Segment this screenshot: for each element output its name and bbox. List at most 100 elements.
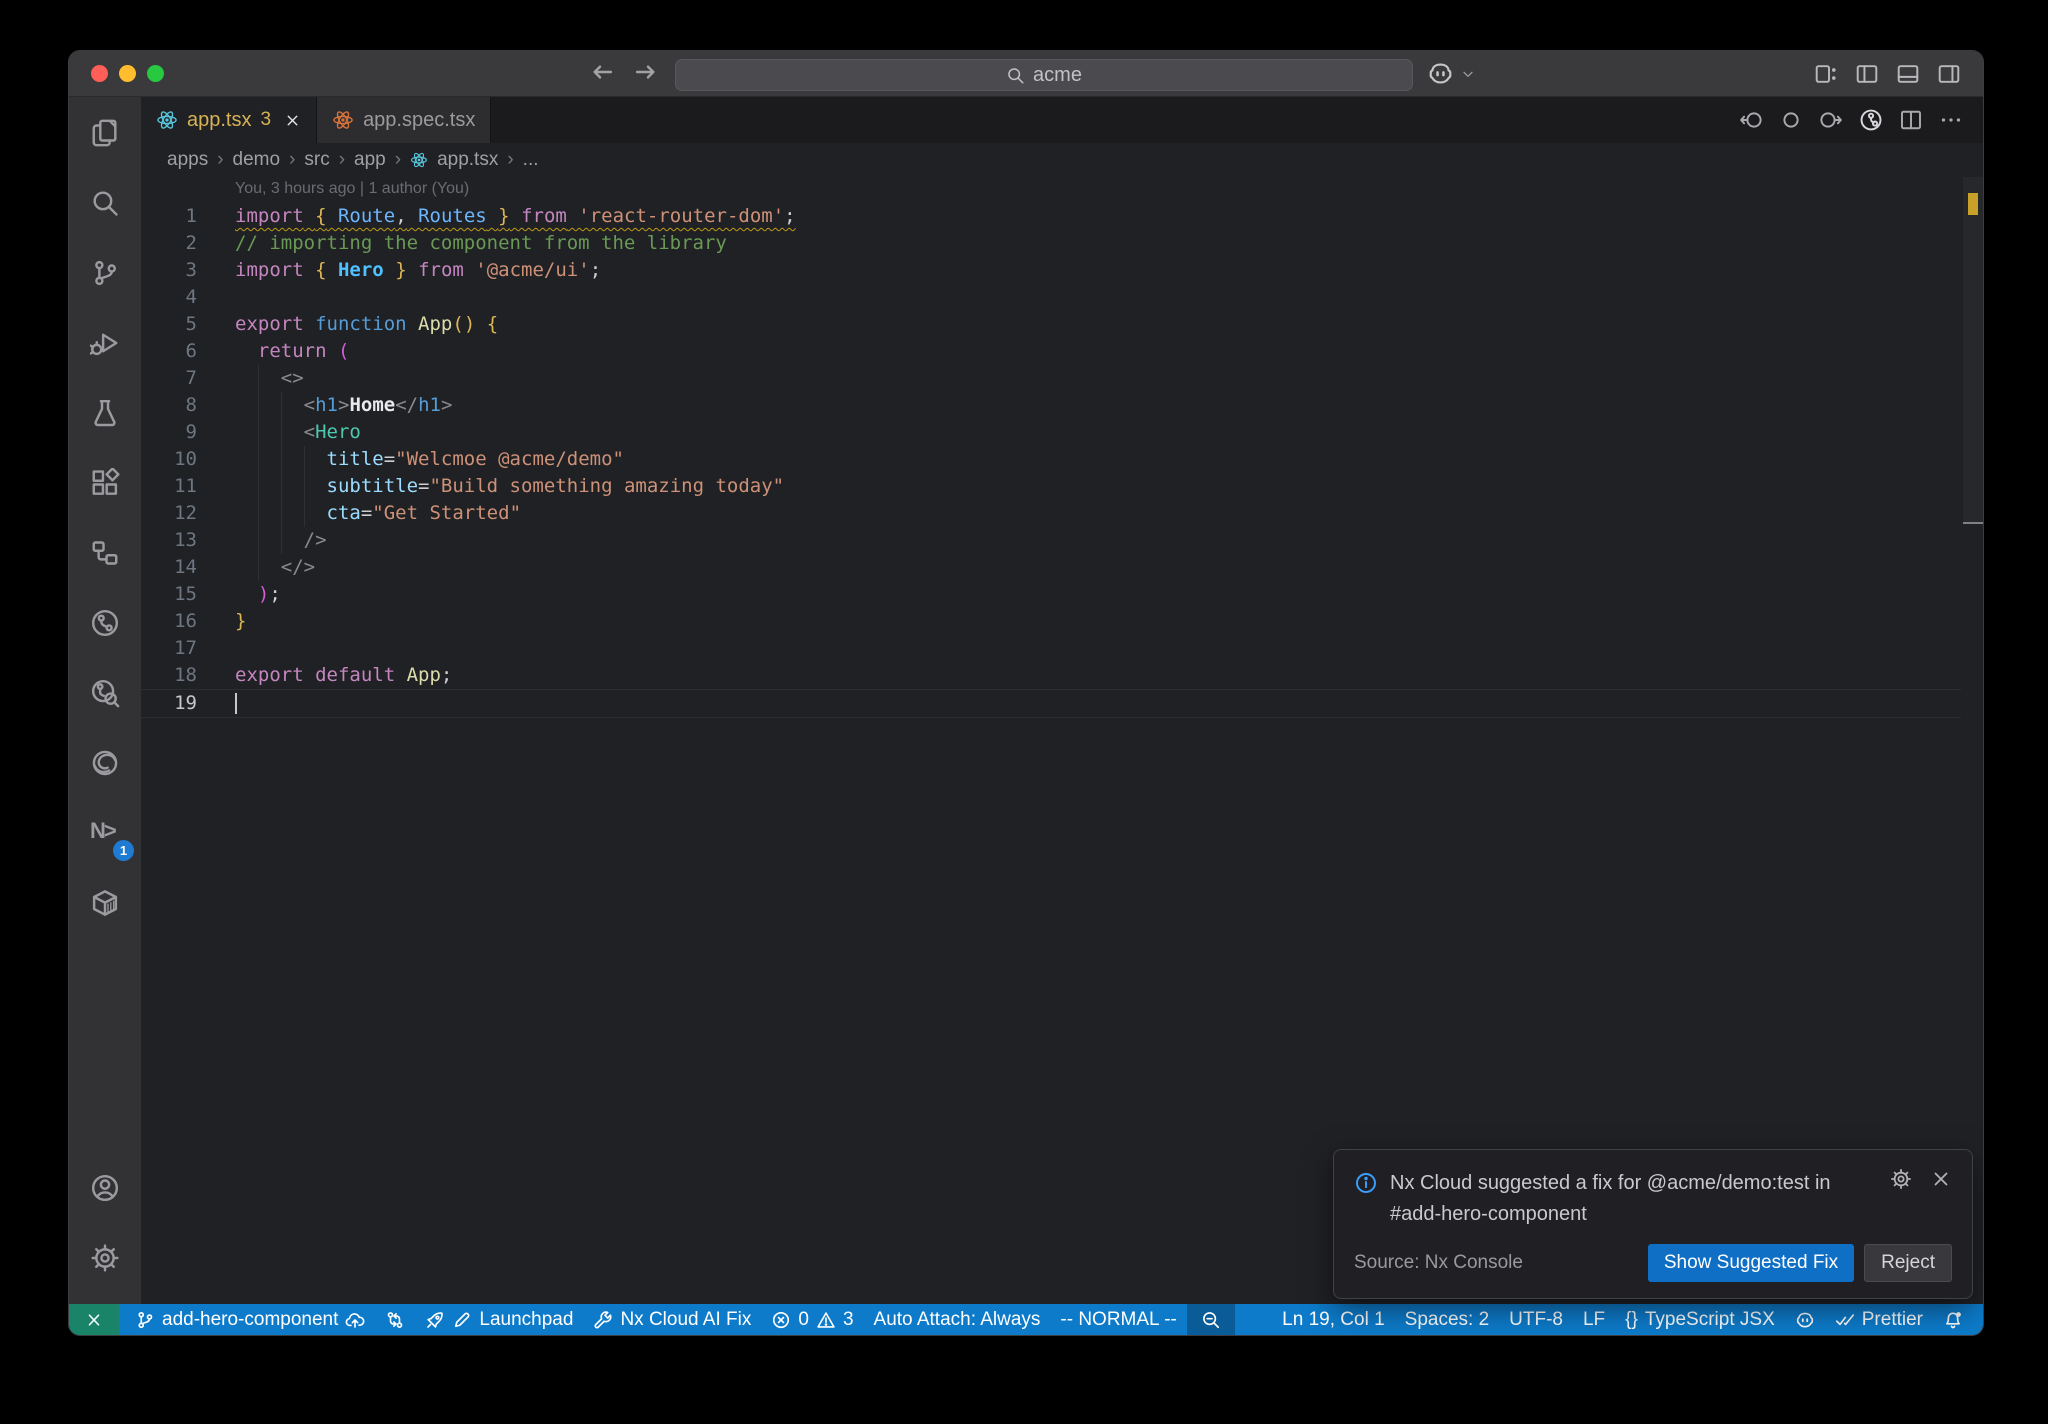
status-auto-attach[interactable]: Auto Attach: Always <box>864 1304 1051 1335</box>
breadcrumb-item-src[interactable]: src <box>304 149 329 171</box>
status-encoding[interactable]: UTF-8 <box>1499 1304 1573 1335</box>
copilot-menu[interactable] <box>1427 60 1476 87</box>
status-copilot-status[interactable] <box>1785 1304 1825 1335</box>
activity-graph-search[interactable] <box>81 669 129 717</box>
status-eol[interactable]: LF <box>1573 1304 1615 1335</box>
activity-testing[interactable] <box>81 389 129 437</box>
warning-marker <box>1968 193 1978 215</box>
nav-forward-button[interactable] <box>633 59 659 90</box>
status-notifications-bell[interactable] <box>1933 1304 1973 1335</box>
change-marker-button[interactable] <box>1779 108 1803 132</box>
search-value: acme <box>1033 63 1082 86</box>
status-cursor-position[interactable]: Ln 19, Col 1 <box>1272 1304 1394 1335</box>
status-nx-cloud-ai-fix[interactable]: Nx Cloud AI Fix <box>583 1304 761 1335</box>
toggle-primary-sidebar-button[interactable] <box>1855 62 1879 91</box>
activity-edge-tools[interactable] <box>81 739 129 787</box>
code-line-15[interactable]: 15 ); <box>141 581 1961 608</box>
activity-search[interactable] <box>81 179 129 227</box>
line-content: </> <box>280 556 316 578</box>
notification-toast: Nx Cloud suggested a fix for @acme/demo:… <box>1333 1149 1973 1299</box>
previous-change-button[interactable] <box>1739 108 1763 132</box>
code-line-18[interactable]: 18 export default App; <box>141 662 1961 689</box>
activity-source-control[interactable] <box>81 249 129 297</box>
line-number: 13 <box>174 529 197 551</box>
code-line-7[interactable]: 7 <> <box>141 365 1961 392</box>
rocket-icon <box>425 1310 445 1330</box>
beaker-icon <box>90 398 120 428</box>
notification-settings-icon[interactable] <box>1890 1168 1912 1190</box>
code-editor[interactable]: You, 3 hours ago | 1 author (You) 1 impor… <box>141 177 1983 1304</box>
scrollbar-thumb[interactable] <box>1963 177 1983 522</box>
toggle-panel-button[interactable] <box>1896 62 1920 91</box>
code-line-11[interactable]: 11 subtitle="Build something amazing tod… <box>141 473 1961 500</box>
activity-nx-console[interactable]: N> 1 <box>81 809 134 861</box>
editor-group: app.tsx 3 app.spec.tsx apps › demo › src › app › a… <box>141 97 1983 1304</box>
status-indentation[interactable]: Spaces: 2 <box>1395 1304 1500 1335</box>
status-language-mode-label: {} <box>1625 1308 1638 1330</box>
notification-message: Nx Cloud suggested a fix for @acme/demo:… <box>1390 1172 1831 1225</box>
tab-app.tsx[interactable]: app.tsx 3 <box>141 97 318 143</box>
status-zoom-indicator[interactable] <box>1186 1304 1235 1335</box>
graph-search-icon <box>90 678 120 708</box>
status-vim-mode[interactable]: -- NORMAL -- <box>1050 1304 1186 1335</box>
activity-extensions[interactable] <box>81 459 129 507</box>
more-actions-button[interactable] <box>1939 108 1963 132</box>
activity-run-and-debug[interactable] <box>81 319 129 367</box>
code-line-17[interactable]: 17 <box>141 635 1961 662</box>
code-line-10[interactable]: 10 title="Welcmoe @acme/demo" <box>141 446 1961 473</box>
files-icon <box>90 118 120 148</box>
cube-icon <box>90 888 120 918</box>
overview-ruler[interactable] <box>1963 177 1983 1304</box>
status-branch[interactable]: add-hero-component <box>125 1304 375 1335</box>
traffic-light-minimize[interactable] <box>119 65 136 82</box>
code-line-3[interactable]: 3 import { Hero } from '@acme/ui'; <box>141 257 1961 284</box>
activity-containers[interactable] <box>81 879 129 927</box>
status-language-mode-label: TypeScript JSX <box>1644 1308 1775 1330</box>
show-suggested-fix-button[interactable]: Show Suggested Fix <box>1647 1244 1855 1282</box>
traffic-light-zoom[interactable] <box>147 65 164 82</box>
activity-explorer[interactable] <box>81 109 129 157</box>
status-language-mode[interactable]: {} TypeScript JSX <box>1615 1304 1785 1335</box>
code-line-16[interactable]: 16} <box>141 608 1961 635</box>
breadcrumb-item-apps[interactable]: apps <box>167 149 208 171</box>
code-line-9[interactable]: 9 <Hero <box>141 419 1961 446</box>
breadcrumb-file[interactable]: app.tsx <box>437 149 498 171</box>
close-icon[interactable] <box>1930 1168 1952 1190</box>
code-line-5[interactable]: 5 export function App() { <box>141 311 1961 338</box>
traffic-light-close[interactable] <box>91 65 108 82</box>
remote-indicator[interactable] <box>69 1304 119 1335</box>
code-line-12[interactable]: 12 cta="Get Started" <box>141 500 1961 527</box>
command-center-search[interactable]: acme <box>675 59 1413 91</box>
toggle-secondary-sidebar-button[interactable] <box>1937 62 1961 91</box>
code-line-4[interactable]: 4 <box>141 284 1961 311</box>
breadcrumb-overflow[interactable]: ... <box>523 149 539 171</box>
breadcrumb-item-app[interactable]: app <box>354 149 386 171</box>
line-content: title="Welcmoe @acme/demo" <box>326 448 624 470</box>
commit-graph-button[interactable] <box>1859 108 1883 132</box>
customize-layout-button[interactable] <box>1814 62 1838 91</box>
status-formatter[interactable]: Prettier <box>1825 1304 1933 1335</box>
tab-close-icon[interactable] <box>284 112 301 129</box>
activity-references[interactable] <box>81 529 129 577</box>
breadcrumb-item-demo[interactable]: demo <box>233 149 281 171</box>
code-line-14[interactable]: 14 </> <box>141 554 1961 581</box>
status-bar: add-hero-component Launchpad Nx Cloud AI F… <box>69 1304 1983 1335</box>
code-line-6[interactable]: 6 return ( <box>141 338 1961 365</box>
code-line-1[interactable]: 1 import { Route, Routes } from 'react-ro… <box>141 203 1961 230</box>
code-line-13[interactable]: 13 /> <box>141 527 1961 554</box>
status-problems[interactable]: 03 <box>761 1304 863 1335</box>
code-line-19[interactable]: 19 <box>141 689 1961 718</box>
split-editor-button[interactable] <box>1899 108 1923 132</box>
code-line-8[interactable]: 8 <h1>Home</h1> <box>141 392 1961 419</box>
tab-app.spec.tsx[interactable]: app.spec.tsx <box>317 97 492 143</box>
activity-manage[interactable] <box>81 1234 129 1282</box>
activity-project-graph[interactable] <box>81 599 129 647</box>
reject-button[interactable]: Reject <box>1864 1244 1952 1282</box>
status-launchpad[interactable]: Launchpad <box>415 1304 583 1335</box>
next-change-button[interactable] <box>1819 108 1843 132</box>
activity-accounts[interactable] <box>81 1164 129 1212</box>
code-line-2[interactable]: 2 // importing the component from the lib… <box>141 230 1961 257</box>
line-content: export function App() { <box>235 313 499 335</box>
status-compare-changes[interactable] <box>375 1304 415 1335</box>
nav-back-button[interactable] <box>589 59 615 90</box>
